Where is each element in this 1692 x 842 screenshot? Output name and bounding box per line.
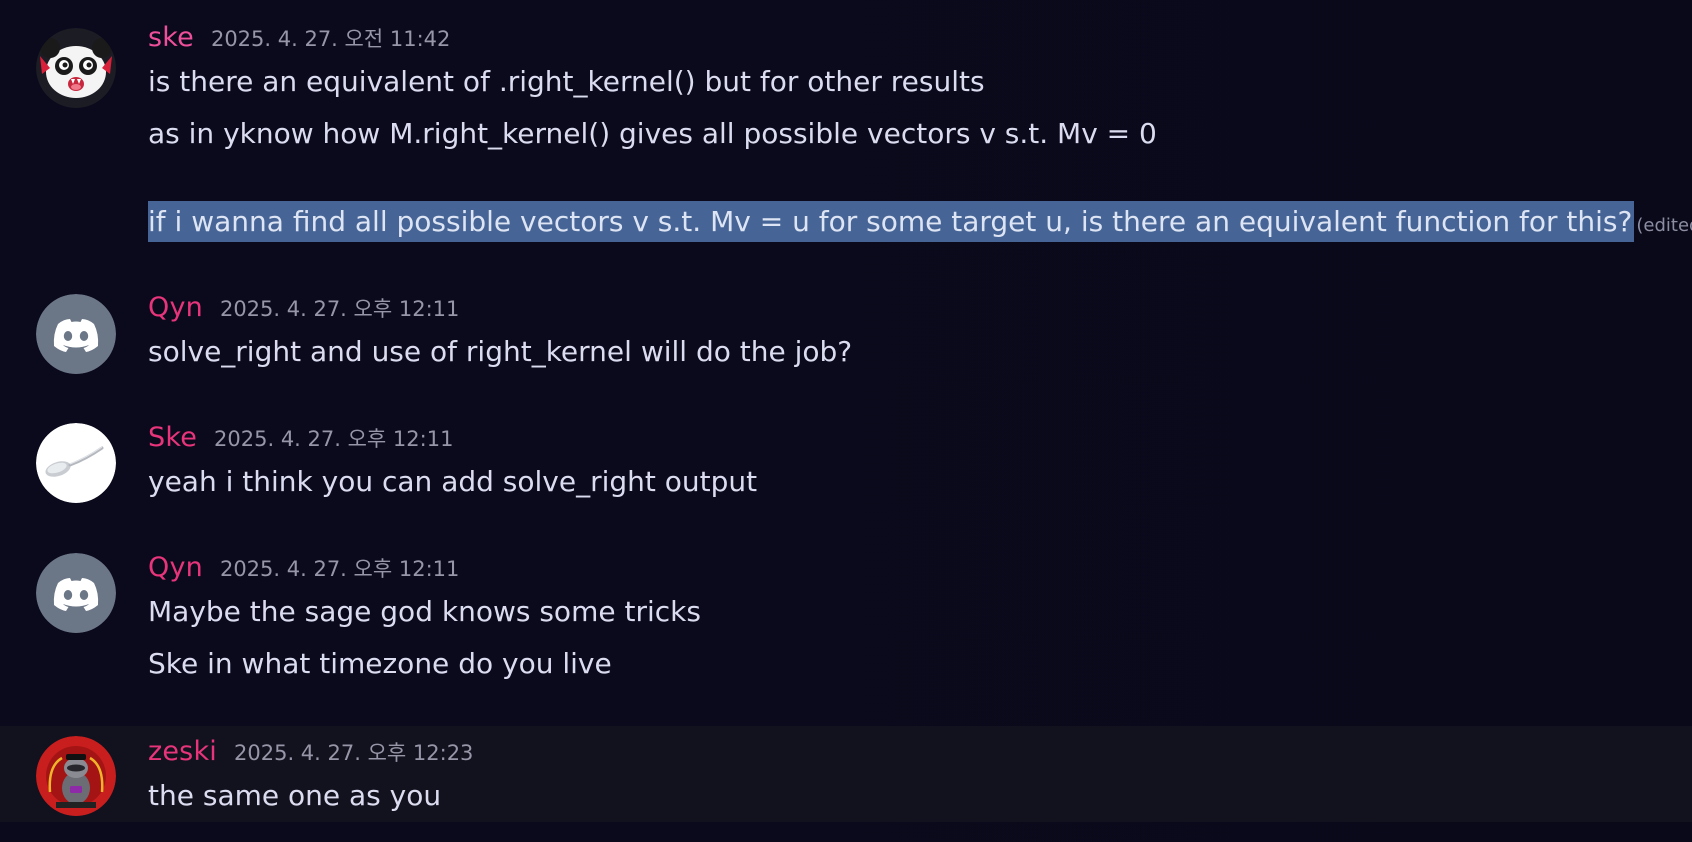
message-group: Qyn 2025. 4. 27. 오후 12:11 solve_right an…	[0, 290, 1692, 390]
username[interactable]: Qyn	[148, 552, 203, 583]
chat-message-list[interactable]: ske 2025. 4. 27. 오전 11:42 is there an eq…	[0, 0, 1692, 842]
discord-default-avatar-icon	[36, 294, 116, 374]
timestamp[interactable]: 2025. 4. 27. 오후 12:11	[220, 553, 459, 583]
message-text: solve_right and use of right_kernel will…	[148, 335, 853, 368]
panda-avatar-icon	[36, 28, 116, 108]
timestamp[interactable]: 2025. 4. 27. 오전 11:42	[211, 23, 450, 53]
message-text: the same one as you	[148, 779, 442, 812]
message-text: yeah i think you can add solve_right out…	[148, 465, 758, 498]
message-group: Qyn 2025. 4. 27. 오후 12:11 Maybe the sage…	[0, 550, 1692, 690]
message-header: Qyn 2025. 4. 27. 오후 12:11	[148, 292, 1652, 326]
user-avatar[interactable]	[36, 736, 116, 816]
timestamp[interactable]: 2025. 4. 27. 오후 12:11	[214, 423, 453, 453]
message-header: zeski 2025. 4. 27. 오후 12:23	[148, 736, 1652, 770]
selected-text: if i wanna find all possible vectors v s…	[148, 201, 1635, 242]
message-header: Qyn 2025. 4. 27. 오후 12:11	[148, 552, 1652, 586]
message-text: Maybe the sage god knows some tricks	[148, 595, 701, 628]
message-text: is there an equivalent of .right_kernel(…	[148, 65, 985, 98]
user-avatar[interactable]	[36, 294, 116, 374]
username[interactable]: ske	[148, 22, 194, 53]
message-group: Ske 2025. 4. 27. 오후 12:11 yeah i think y…	[0, 420, 1692, 520]
message-group-hovered: zeski 2025. 4. 27. 오후 12:23 the same one…	[0, 726, 1692, 822]
timestamp[interactable]: 2025. 4. 27. 오후 12:11	[220, 293, 459, 323]
message-text: Ske in what timezone do you live	[148, 647, 612, 680]
username[interactable]: zeski	[148, 736, 217, 767]
username[interactable]: Qyn	[148, 292, 203, 323]
user-avatar[interactable]	[36, 28, 116, 108]
discord-default-avatar-icon	[36, 553, 116, 633]
user-avatar[interactable]	[36, 423, 116, 503]
edited-label[interactable]: (edited)	[1636, 215, 1692, 236]
message-text-edited: if i wanna find all possible vectors v s…	[148, 196, 1692, 248]
message-header: Ske 2025. 4. 27. 오후 12:11	[148, 422, 1652, 456]
username[interactable]: Ske	[148, 422, 197, 453]
message-group: ske 2025. 4. 27. 오전 11:42 is there an eq…	[0, 20, 1692, 260]
message-header: ske 2025. 4. 27. 오전 11:42	[148, 22, 1652, 56]
user-avatar[interactable]	[36, 553, 116, 633]
message-text: as in yknow how M.right_kernel() gives a…	[148, 117, 1157, 150]
timestamp[interactable]: 2025. 4. 27. 오후 12:23	[234, 737, 473, 767]
raccoon-avatar-icon	[36, 736, 116, 816]
spoon-avatar-icon	[36, 423, 116, 503]
